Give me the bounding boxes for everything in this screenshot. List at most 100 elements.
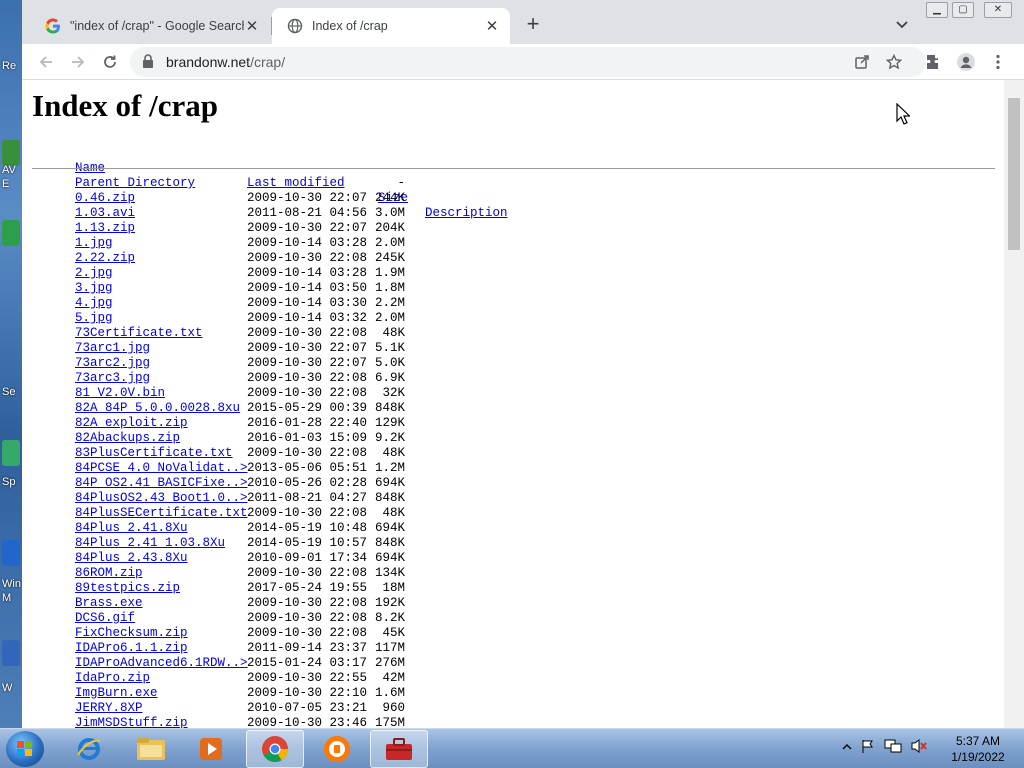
file-link[interactable]: 84Plus_2.41_1.03.8Xu [75, 536, 225, 551]
size-cell: 245K [375, 251, 406, 265]
desktop: Re AV E Se Sp Win M W [0, 0, 22, 728]
file-link[interactable]: 84P_OS2.41_BASICFixe..> [75, 476, 248, 491]
sort-by-description-link[interactable]: Description [425, 206, 508, 221]
file-link[interactable]: IdaPro.zip [75, 671, 150, 686]
file-link[interactable]: 5.jpg [75, 311, 113, 326]
tab-google-search[interactable]: "index of /crap" - Google Search ✕ [30, 8, 270, 44]
chevron-down-icon[interactable] [894, 16, 910, 32]
menu-kebab-icon[interactable] [986, 50, 1010, 74]
maximize-button[interactable]: ▢ [952, 2, 974, 18]
action-center-flag-icon[interactable] [860, 738, 876, 759]
network-icon[interactable] [884, 738, 902, 759]
toolbox-icon[interactable] [370, 730, 428, 768]
clock-date: 1/19/2022 [951, 750, 1005, 764]
size-cell: 204K [375, 221, 406, 235]
file-link[interactable]: 81_V2.0V.bin [75, 386, 165, 401]
desktop-app-icon[interactable] [2, 540, 20, 566]
file-link[interactable]: 84PlusSECertificate.txt [75, 506, 248, 521]
new-tab-button[interactable]: + [522, 13, 544, 36]
volume-muted-icon[interactable] [910, 738, 928, 759]
file-link[interactable]: 84PlusOS2.43_Boot1.0..> [75, 491, 248, 506]
file-link[interactable]: 2.jpg [75, 266, 113, 281]
file-link[interactable]: 84Plus_2.43.8Xu [75, 551, 188, 566]
file-link[interactable]: JERRY.8XP [75, 701, 143, 716]
close-tab-icon[interactable]: ✕ [484, 18, 500, 35]
file-link[interactable]: 73Certificate.txt [75, 326, 203, 341]
extensions-icon[interactable] [922, 50, 946, 74]
back-icon[interactable] [34, 50, 58, 74]
show-hidden-icons-icon[interactable] [842, 739, 852, 757]
size-cell: 192K [375, 596, 406, 610]
last-modified-cell: 2009-10-30 22:08 [247, 506, 368, 520]
file-link[interactable]: 0.46.zip [75, 191, 135, 206]
file-link[interactable]: 83PlusCertificate.txt [75, 446, 233, 461]
file-link[interactable]: 82Abackups.zip [75, 431, 180, 446]
last-modified-cell: 2009-10-30 22:08 [247, 446, 368, 460]
last-modified-cell: 2009-10-14 03:50 [247, 281, 368, 295]
file-link[interactable]: JimMSDStuff.zip [75, 716, 188, 728]
vertical-scrollbar[interactable] [1004, 80, 1024, 728]
desktop-app-icon[interactable] [2, 140, 20, 166]
file-link[interactable]: 2.22.zip [75, 251, 135, 266]
tab-index-of-crap[interactable]: Index of /crap ✕ [272, 8, 510, 44]
parent-directory-link[interactable]: Parent Directory [75, 176, 195, 191]
file-link[interactable]: 1.03.avi [75, 206, 135, 221]
file-link[interactable]: 84Plus_2.41.8Xu [75, 521, 188, 536]
size-cell: 1.9M [375, 266, 406, 280]
scrollbar-thumb[interactable] [1008, 98, 1020, 250]
file-link[interactable]: DCS6.gif [75, 611, 135, 626]
file-link[interactable]: FixChecksum.zip [75, 626, 188, 641]
system-tray [842, 737, 928, 759]
size-cell: 960 [382, 701, 405, 715]
address-bar[interactable]: brandonw.net/crap/ [130, 47, 926, 77]
lock-icon[interactable] [142, 54, 154, 74]
ie-icon[interactable] [60, 730, 118, 768]
sort-by-modified-link[interactable]: Last modified [247, 176, 345, 191]
file-link[interactable]: IDAPro6.1.1.zip [75, 641, 188, 656]
minimize-button[interactable]: ▁ [926, 2, 948, 18]
start-button[interactable] [6, 731, 44, 767]
file-link[interactable]: 1.jpg [75, 236, 113, 251]
close-window-button[interactable]: ✕ [984, 2, 1012, 18]
desktop-label: Win [2, 578, 21, 590]
google-icon [45, 18, 61, 34]
size-cell: 1.8M [375, 281, 406, 295]
file-link[interactable]: 73arc1.jpg [75, 341, 150, 356]
file-link[interactable]: 73arc2.jpg [75, 356, 150, 371]
file-link[interactable]: 89testpics.zip [75, 581, 180, 596]
desktop-label: AV [2, 164, 16, 176]
file-link[interactable]: 73arc3.jpg [75, 371, 150, 386]
file-link[interactable]: ImgBurn.exe [75, 686, 158, 701]
file-link[interactable]: 4.jpg [75, 296, 113, 311]
clock[interactable]: 5:37 AM 1/19/2022 [940, 733, 1016, 765]
desktop-app-icon[interactable] [2, 440, 20, 466]
file-link[interactable]: 1.13.zip [75, 221, 135, 236]
close-tab-icon[interactable]: ✕ [244, 18, 260, 35]
file-link[interactable]: 3.jpg [75, 281, 113, 296]
profile-avatar-icon[interactable] [954, 50, 978, 74]
desktop-app-icon[interactable] [2, 220, 20, 246]
size-cell: 1.2M [375, 461, 406, 475]
file-link[interactable]: 84PCSE_4.0_NoValidat..> [75, 461, 248, 476]
file-link[interactable]: 82A_84P_5.0.0.0028.8xu [75, 401, 240, 416]
avast-icon[interactable] [308, 730, 366, 768]
share-icon[interactable] [850, 50, 874, 74]
size-cell: 48K [382, 446, 405, 460]
last-modified-cell: 2010-09-01 17:34 [247, 551, 368, 565]
url-text[interactable]: brandonw.net/crap/ [166, 54, 285, 70]
file-link[interactable]: 82A_exploit.zip [75, 416, 188, 431]
reload-icon[interactable] [98, 50, 122, 74]
header-divider [32, 168, 995, 169]
size-cell: 694K [375, 521, 406, 535]
desktop-app-icon[interactable] [2, 640, 20, 666]
last-modified-cell: 2009-10-30 23:46 [247, 716, 368, 728]
file-link[interactable]: 86ROM.zip [75, 566, 143, 581]
media-player-icon[interactable] [182, 730, 240, 768]
file-link[interactable]: Brass.exe [75, 596, 143, 611]
explorer-icon[interactable] [122, 730, 180, 768]
forward-icon[interactable] [66, 50, 90, 74]
bookmark-star-icon[interactable] [882, 50, 906, 74]
chrome-icon[interactable] [246, 730, 304, 768]
file-link[interactable]: IDAProAdvanced6.1RDW..> [75, 656, 248, 671]
tab-title: "index of /crap" - Google Search [70, 19, 244, 33]
